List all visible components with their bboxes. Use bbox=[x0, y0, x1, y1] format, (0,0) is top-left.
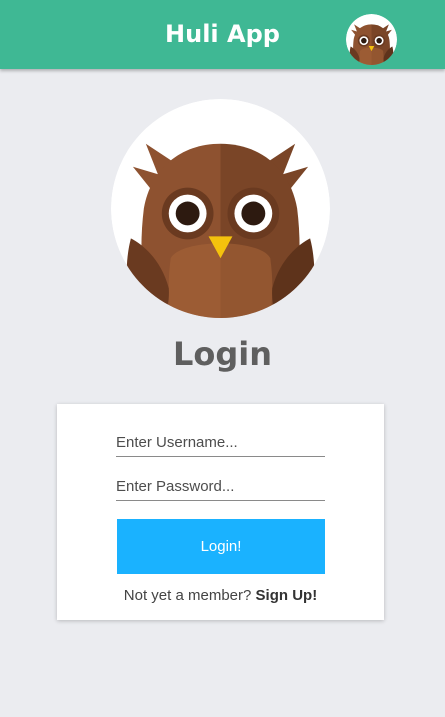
username-input[interactable] bbox=[116, 428, 325, 457]
login-heading: Login bbox=[172, 335, 273, 373]
login-card: Login! Not yet a member? Sign Up! bbox=[57, 404, 384, 620]
owl-avatar-icon[interactable] bbox=[346, 14, 397, 65]
owl-logo-icon bbox=[111, 99, 330, 318]
signup-prompt-text: Not yet a member? bbox=[123, 587, 252, 604]
login-button[interactable]: Login! bbox=[117, 519, 325, 574]
signup-prompt-line: Not yet a member? Sign Up! bbox=[57, 587, 384, 604]
password-input[interactable] bbox=[116, 472, 325, 501]
app-header: Huli App bbox=[0, 0, 445, 69]
signup-link[interactable]: Sign Up! bbox=[256, 587, 318, 604]
owl-avatar-image bbox=[346, 14, 397, 65]
owl-logo-image bbox=[111, 99, 330, 318]
